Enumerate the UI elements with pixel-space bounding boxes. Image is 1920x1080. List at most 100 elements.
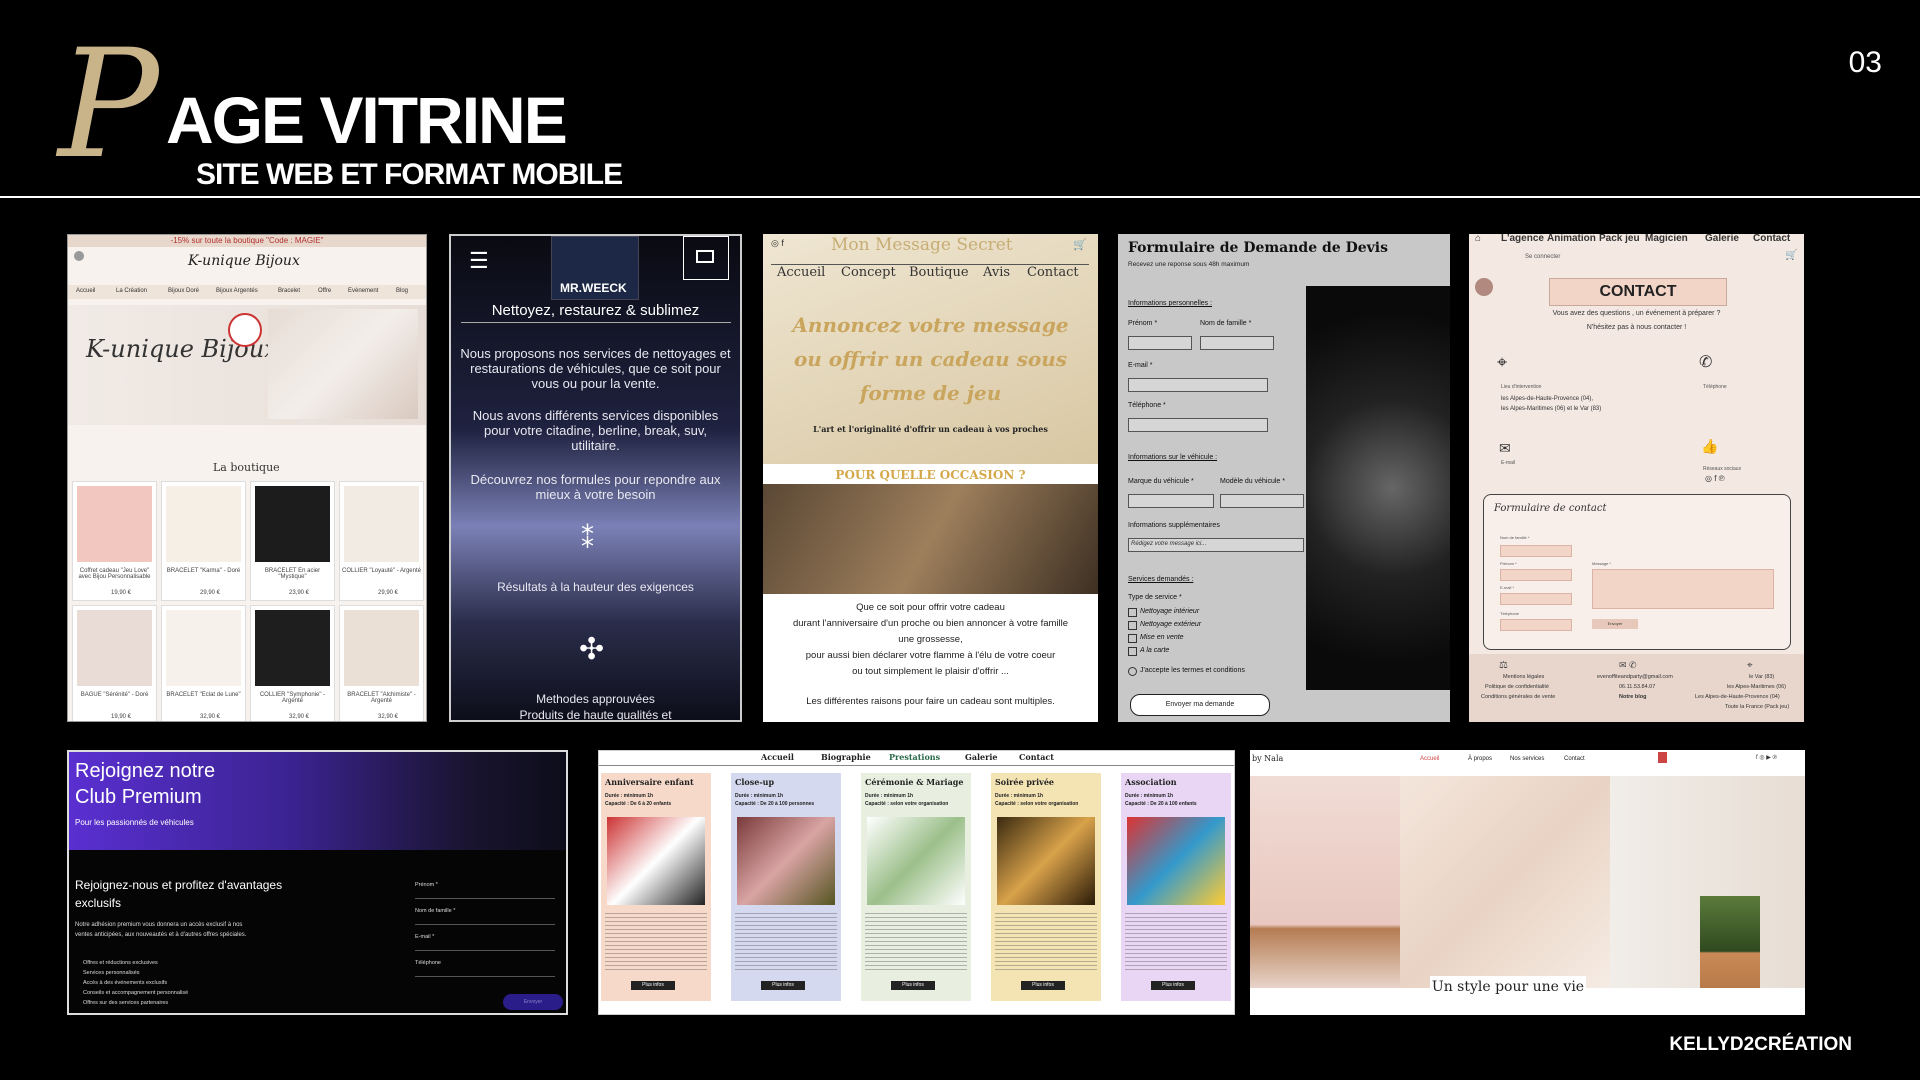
bag-icon[interactable] [1658,752,1667,763]
product-card[interactable]: BRACELET En acier "Mystique" 23,90 € [250,481,335,601]
nav-item-active[interactable]: Accueil [1420,756,1439,762]
more-info-button[interactable]: Plus infos [891,981,935,990]
footer-link[interactable]: Notre blog [1619,694,1647,700]
social-icons[interactable]: f ◎ ▶ ℗ [1756,754,1777,761]
modele-field[interactable] [1220,494,1304,508]
nav-item[interactable]: Pack jeu [1599,234,1640,244]
terms-radio[interactable] [1128,667,1137,676]
premium-bullet: Offres et réductions exclusives [83,960,158,966]
more-info-button[interactable]: Plus infos [761,981,805,990]
product-card[interactable]: Coffret cadeau "Jeu Love" avec Bijou Per… [72,481,157,601]
screenshot-bijoux: -15% sur toute la boutique "Code : MAGIE… [67,234,427,722]
nav-item[interactable]: Galerie [965,752,998,762]
nav-item[interactable]: Avis [983,265,1010,280]
bijoux-nav-item[interactable]: Evènement [348,288,378,294]
nav-item[interactable]: L'agence [1501,234,1544,244]
phone-field[interactable] [1500,619,1572,631]
footer-link[interactable]: Conditions générales de vente [1481,694,1555,700]
prenom-field[interactable] [415,898,555,899]
message-text: pour aussi bien déclarer votre flamme à … [805,650,1056,661]
message-hero-text: Annoncez votre message ou offrir un cade… [792,313,1069,405]
more-info-button[interactable]: Plus infos [1021,981,1065,990]
message-field[interactable]: Rédigez votre message ici... [1128,538,1304,552]
nav-item[interactable]: À propos [1468,756,1492,762]
product-card[interactable]: BRACELET "Alchimiste" - Argenté 32,90 € [339,605,424,721]
nav-item[interactable]: Contact [1019,752,1054,762]
section-title: La boutique [213,461,280,474]
nav-item[interactable]: Biographie [821,752,871,762]
product-card[interactable]: BRACELET "Karma" - Doré 29,90 € [161,481,246,601]
nav-item[interactable]: Concept [841,265,896,280]
card-capacity: Capacité : De 20 à 100 enfants [1125,801,1197,807]
product-card[interactable]: COLLIER "Symphonie" - Argenté 32,90 € [250,605,335,721]
more-info-button[interactable]: Plus infos [631,981,675,990]
submit-button[interactable]: Envoyer ma demande [1130,694,1270,716]
bijoux-nav-item[interactable]: Blog [396,288,408,294]
email-field[interactable] [1128,378,1268,392]
footer-link[interactable]: Mentions légales [1503,674,1544,680]
nav-item[interactable]: Animation [1547,234,1596,244]
phone-field[interactable] [1128,418,1268,432]
bijoux-nav-item[interactable]: Bracelet [278,288,300,294]
card-title: Cérémonie & Mariage [865,777,964,787]
card-title: Close-up [735,777,775,787]
marque-field[interactable] [1128,494,1214,508]
user-icon [74,251,84,261]
email-field[interactable] [1500,593,1572,605]
more-info-button[interactable]: Plus infos [1151,981,1195,990]
send-button[interactable]: Envoyer [1592,619,1638,629]
service-checkbox[interactable] [1128,621,1137,630]
nom-field[interactable] [1500,545,1572,557]
sparkle-icon: ⁑ [581,524,594,554]
nav-item[interactable]: Contact [1027,265,1079,280]
bijoux-nav-item[interactable]: La Création [116,288,147,294]
nav-item[interactable]: Nos services [1510,756,1544,762]
social-icons[interactable]: ◎ f [771,238,784,249]
nav-item[interactable]: Accueil [777,265,825,280]
nav-item-active[interactable]: Prestations [889,752,940,762]
bijoux-nav-item[interactable]: Bijoux Argentés [216,288,258,294]
social-icons[interactable]: ◎ f ℗ [1705,474,1725,483]
bijoux-nav-item[interactable]: Accueil [76,288,95,294]
product-card[interactable]: BRACELET "Eclat de Lune" 32,90 € [161,605,246,721]
section-label: Informations sur le véhicule : [1128,454,1218,461]
product-card[interactable]: BAGUE "Sérénité" - Doré 19,90 € [72,605,157,721]
login-link[interactable]: Se connecter [1525,254,1560,260]
info-text: les Alpes-Maritimes (06) et le Var (83) [1501,406,1602,412]
nav-item[interactable]: Boutique [909,265,969,280]
email-field[interactable] [415,950,555,951]
location-icon: ⌖ [1747,660,1753,671]
home-badge-icon [1475,278,1493,296]
nom-field[interactable] [1200,336,1274,350]
footer-email[interactable]: evenoffiteandparty@gmail.com [1597,674,1673,680]
nav-item[interactable]: Contact [1753,234,1790,244]
product-card[interactable]: COLLIER "Loyauté" - Argenté 29,90 € [339,481,424,601]
flag-badge-icon [228,313,262,347]
mail-icon[interactable] [683,236,729,280]
nom-field[interactable] [415,924,555,925]
bijoux-nav-item[interactable]: Bijoux Doré [168,288,199,294]
service-checkbox[interactable] [1128,647,1137,656]
screenshot-club-premium: Rejoignez notre Club Premium Pour les pa… [67,750,568,1015]
nav-item[interactable]: Accueil [761,752,794,762]
phone-field[interactable] [415,976,555,977]
menu-icon[interactable]: ☰ [469,248,489,274]
prenom-field[interactable] [1128,336,1192,350]
field-label: E-mail * [1128,362,1153,369]
interior-photo [1250,776,1400,988]
footer-link[interactable]: Politique de confidentialité [1485,684,1549,690]
message-field[interactable] [1592,569,1774,609]
service-checkbox[interactable] [1128,608,1137,617]
contact-title: CONTACT [1549,278,1727,306]
home-icon[interactable]: ⌂ [1475,234,1481,244]
send-button[interactable]: Envoyer [503,994,563,1010]
cart-icon[interactable]: 🛒 [1785,250,1797,261]
nav-item[interactable]: Galerie [1705,234,1739,244]
form-title: Formulaire de contact [1494,503,1607,514]
prenom-field[interactable] [1500,569,1572,581]
service-checkbox[interactable] [1128,634,1137,643]
nav-item[interactable]: Contact [1564,756,1585,762]
bijoux-nav-item[interactable]: Offre [318,288,331,294]
cart-icon[interactable]: 🛒 [1073,238,1087,251]
nav-item[interactable]: Magicien [1645,234,1688,244]
